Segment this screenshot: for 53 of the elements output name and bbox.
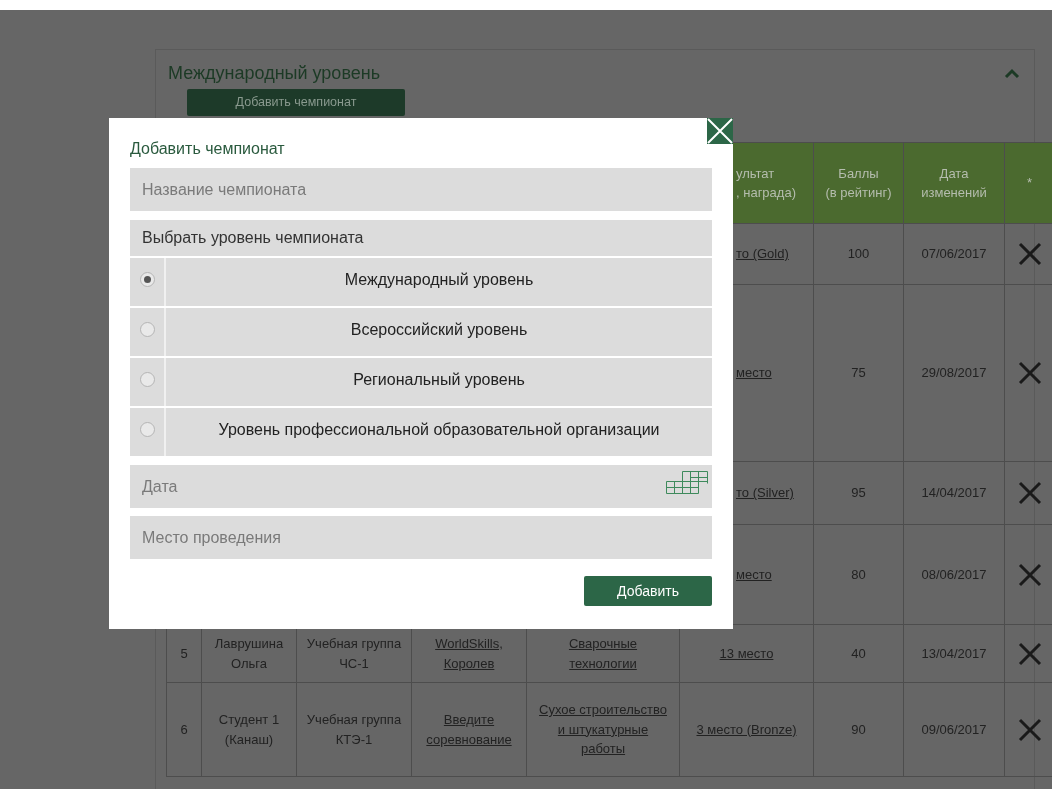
change-date: 13/04/2017 xyxy=(903,624,1005,683)
level-option[interactable]: Уровень профессиональной образовательной организации xyxy=(130,408,712,456)
delete-icon[interactable] xyxy=(1017,562,1042,587)
name-field[interactable]: Название чемпионата xyxy=(130,168,712,211)
radio-button[interactable] xyxy=(139,422,155,437)
delete-icon[interactable] xyxy=(1017,361,1042,385)
points-value: 75 xyxy=(813,284,904,462)
level-option[interactable]: Международный уровень xyxy=(130,258,712,306)
points-value: 90 xyxy=(813,682,904,777)
calendar-icon[interactable] xyxy=(666,471,708,495)
radio-button[interactable] xyxy=(139,272,155,287)
result-link[interactable]: 3 место (Bronze) xyxy=(696,719,797,740)
result-link[interactable]: то (Silver) xyxy=(736,483,794,503)
level-label: Выбрать уровень чемпионата xyxy=(130,220,712,256)
result-link[interactable]: место xyxy=(736,564,772,585)
student-name: Студент 1 (Канаш) xyxy=(201,682,297,777)
points-value: 40 xyxy=(813,624,904,683)
column-header: Дата изменений xyxy=(903,142,1005,224)
result-link[interactable]: место xyxy=(736,363,772,383)
panel-title: Международный уровень xyxy=(167,62,381,85)
date-field[interactable]: Дата xyxy=(130,465,712,508)
add-championship-button[interactable]: Добавить чемпионат xyxy=(187,89,405,116)
group-name: Учебная группа КТЭ-1 xyxy=(296,682,412,777)
competition-link[interactable]: WorldSkills, Королев xyxy=(421,634,517,673)
level-option[interactable]: Всероссийский уровень xyxy=(130,308,712,356)
skill-link[interactable]: Сварочные технологии xyxy=(536,634,670,673)
collapse-chevron-icon[interactable] xyxy=(1004,68,1020,79)
result-link[interactable]: 13 место xyxy=(719,643,774,664)
radio-button[interactable] xyxy=(139,322,155,337)
delete-icon[interactable] xyxy=(1017,242,1042,266)
points-value: 80 xyxy=(813,524,904,625)
level-option[interactable]: Региональный уровень xyxy=(130,358,712,406)
column-header: Баллы (в рейтинг) xyxy=(813,142,904,224)
add-button[interactable]: Добавить xyxy=(584,576,712,606)
competition-link[interactable]: Введите соревнование xyxy=(421,710,517,749)
change-date: 08/06/2017 xyxy=(903,524,1005,625)
column-header: * xyxy=(1004,142,1052,224)
change-date: 14/04/2017 xyxy=(903,461,1005,525)
delete-icon[interactable] xyxy=(1017,481,1042,505)
points-value: 100 xyxy=(813,223,904,285)
change-date: 09/06/2017 xyxy=(903,682,1005,777)
close-button[interactable] xyxy=(707,118,733,144)
result-link[interactable]: то (Gold) xyxy=(736,244,789,264)
delete-icon[interactable] xyxy=(1017,717,1042,742)
place-field[interactable]: Место проведения xyxy=(130,516,712,559)
delete-icon[interactable] xyxy=(1017,641,1042,666)
row-number: 6 xyxy=(166,682,202,777)
radio-button[interactable] xyxy=(139,372,155,387)
change-date: 29/08/2017 xyxy=(903,284,1005,462)
points-value: 95 xyxy=(813,461,904,525)
modal-title: Добавить чемпионат xyxy=(130,139,286,159)
change-date: 07/06/2017 xyxy=(903,223,1005,285)
skill-link[interactable]: Сухое строительство и штукатурные работы xyxy=(536,700,670,759)
